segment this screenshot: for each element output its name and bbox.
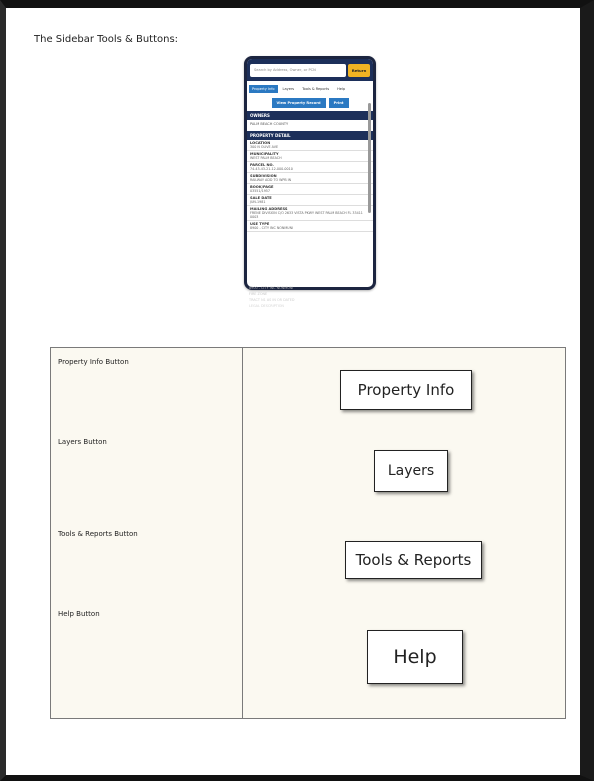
search-input: Search by Address, Owner, or PCN (250, 63, 346, 77)
row-label-tools-reports: Tools & Reports Button (58, 530, 138, 538)
layers-button[interactable]: Layers (374, 450, 448, 492)
search-bar: Search by Address, Owner, or PCN Return (247, 59, 373, 81)
property-field: SUBDIVISION RAILWAY ADD TO WPB IN (247, 173, 373, 184)
property-detail-heading: PROPERTY DETAIL (247, 131, 373, 140)
faded-line: FIRE ZONE (249, 292, 268, 296)
tools-reports-button[interactable]: Tools & Reports (345, 541, 482, 579)
property-field: SALE DATE JUN-1981 (247, 195, 373, 206)
row-label-layers: Layers Button (58, 438, 107, 446)
tab-property-info: Property Info (249, 85, 278, 93)
faded-line: TRACT N1 AS IN OR DATED (249, 298, 295, 302)
property-field: LOCATION 300 N OLIVE AVE (247, 140, 373, 151)
buttons-table: Property Info Button Layers Button Tools… (50, 347, 566, 719)
field-value: FRENE DIVISION C/O 2633 VISTA PKWY WEST … (250, 211, 363, 219)
field-value: JUN-1981 (250, 200, 266, 204)
property-field: USE TYPE 8900 - CITY INC NONMUNI (247, 221, 373, 232)
property-field: MUNICIPALITY WEST PALM BEACH (247, 151, 373, 162)
property-info-button[interactable]: Property Info (340, 370, 472, 410)
owner-value: PALM BEACH COUNTY (250, 122, 289, 126)
field-value: WEST PALM BEACH (250, 156, 282, 160)
row-label-property-info: Property Info Button (58, 358, 129, 366)
help-button[interactable]: Help (367, 630, 463, 684)
property-field: MAILING ADDRESS FRENE DIVISION C/O 2633 V… (247, 206, 373, 221)
sidebar-screenshot: Search by Address, Owner, or PCN Return … (244, 56, 376, 290)
tab-tools-reports: Tools & Reports (302, 87, 330, 91)
record-buttons: View Property Record Print (247, 98, 373, 108)
tab-help: Help (337, 87, 346, 91)
field-value: RAILWAY ADD TO WPB IN (250, 178, 292, 182)
field-value: 8900 - CITY INC NONMUNI (250, 226, 294, 230)
owners-heading: OWNERS (247, 111, 373, 120)
scrollbar (368, 103, 371, 213)
row-label-help: Help Button (58, 610, 100, 618)
sidebar-tabs: Property Info Layers Tools & Reports Hel… (247, 81, 373, 95)
view-property-record-button: View Property Record (271, 98, 326, 108)
document-heading: The Sidebar Tools & Buttons: (34, 34, 179, 45)
table-divider (242, 348, 243, 718)
property-fields: LOCATION 300 N OLIVE AVE MUNICIPALITY WEST … (247, 140, 373, 232)
faded-line: LEGAL DESCRIPTION (249, 304, 284, 308)
field-value: 03551/1957 (250, 189, 270, 193)
field-value: 300 N OLIVE AVE (250, 145, 279, 149)
return-button: Return (348, 63, 370, 77)
faded-reflection: 8900 - CITY INC NONMUNI FIRE ZONE TRACT N1… (246, 284, 368, 344)
field-value: 74-43-43-21-12-000-0010 (250, 167, 293, 171)
property-field: PARCEL NO. 74-43-43-21-12-000-0010 (247, 162, 373, 173)
faded-line: 8900 - CITY INC NONMUNI (249, 286, 294, 290)
print-button: Print (328, 98, 349, 108)
tab-layers: Layers (282, 87, 295, 91)
property-field: BOOK/PAGE 03551/1957 (247, 184, 373, 195)
